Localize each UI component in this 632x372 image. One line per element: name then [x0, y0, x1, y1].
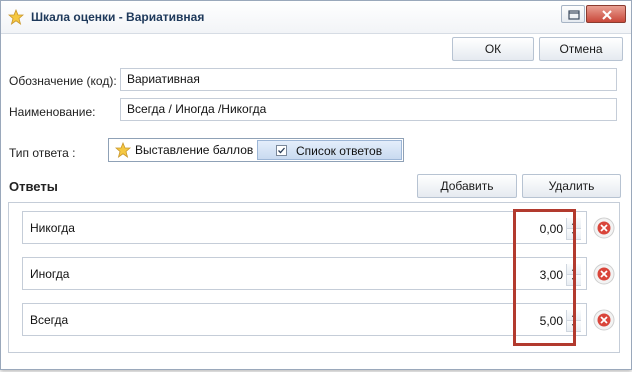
chevron-down-icon[interactable]: ▼ — [567, 321, 581, 332]
answer-type-selector: Выставление баллов Список ответов — [108, 138, 404, 162]
answers-title: Ответы — [9, 179, 58, 194]
remove-answer-icon[interactable] — [592, 262, 616, 286]
answers-list: Никогда 0,00 ▲ ▼ Иногда 3,00 ▲ ▼ Всегда … — [8, 202, 620, 353]
answer-label: Никогда — [30, 221, 75, 235]
answer-type-label: Тип ответа : — [9, 146, 76, 160]
title-bar: Шкала оценки - Вариативная — [1, 1, 631, 34]
answer-label: Иногда — [30, 267, 70, 281]
star-icon — [8, 9, 24, 25]
code-field[interactable]: Вариативная — [120, 68, 617, 91]
name-label: Наименование: — [9, 105, 96, 119]
ok-button[interactable]: ОК — [452, 37, 534, 61]
value-stepper[interactable]: 3,00 ▲ ▼ — [516, 264, 581, 286]
dialog-window: Шкала оценки - Вариативная ОК Отмена Обо… — [0, 0, 632, 370]
stepper-buttons: ▲ ▼ — [566, 310, 581, 332]
list-item[interactable]: Всегда 5,00 ▲ ▼ — [22, 303, 587, 336]
close-button[interactable] — [586, 5, 626, 23]
add-button[interactable]: Добавить — [417, 174, 517, 198]
cancel-button[interactable]: Отмена — [539, 37, 623, 61]
answer-type-option-points[interactable]: Выставление баллов — [111, 140, 257, 160]
answer-value: 0,00 — [539, 222, 563, 236]
star-icon — [115, 142, 131, 158]
remove-answer-icon[interactable] — [592, 216, 616, 240]
chevron-up-icon[interactable]: ▲ — [567, 264, 581, 275]
answer-value: 3,00 — [539, 268, 563, 282]
value-stepper[interactable]: 0,00 ▲ ▼ — [516, 218, 581, 240]
answer-value: 5,00 — [539, 314, 563, 328]
stepper-buttons: ▲ ▼ — [566, 264, 581, 286]
list-item[interactable]: Никогда 0,00 ▲ ▼ — [22, 211, 587, 244]
answer-label: Всегда — [30, 313, 69, 327]
checkbox-icon — [276, 145, 287, 156]
answer-type-option-label: Выставление баллов — [135, 143, 254, 157]
window-title: Шкала оценки - Вариативная — [31, 10, 205, 24]
chevron-up-icon[interactable]: ▲ — [567, 218, 581, 229]
answer-type-option-label: Список ответов — [296, 144, 383, 158]
chevron-up-icon[interactable]: ▲ — [567, 310, 581, 321]
chevron-down-icon[interactable]: ▼ — [567, 275, 581, 286]
restore-icon — [568, 10, 580, 20]
list-item[interactable]: Иногда 3,00 ▲ ▼ — [22, 257, 587, 290]
close-icon — [602, 10, 612, 20]
remove-answer-icon[interactable] — [592, 308, 616, 332]
value-stepper[interactable]: 5,00 ▲ ▼ — [516, 310, 581, 332]
restore-button[interactable] — [561, 5, 585, 23]
name-field[interactable]: Всегда / Иногда /Никогда — [120, 98, 617, 121]
answer-type-option-list[interactable]: Список ответов — [257, 140, 402, 160]
stepper-buttons: ▲ ▼ — [566, 218, 581, 240]
chevron-down-icon[interactable]: ▼ — [567, 229, 581, 240]
delete-button[interactable]: Удалить — [522, 174, 621, 198]
code-label: Обозначение (код): — [9, 74, 117, 88]
